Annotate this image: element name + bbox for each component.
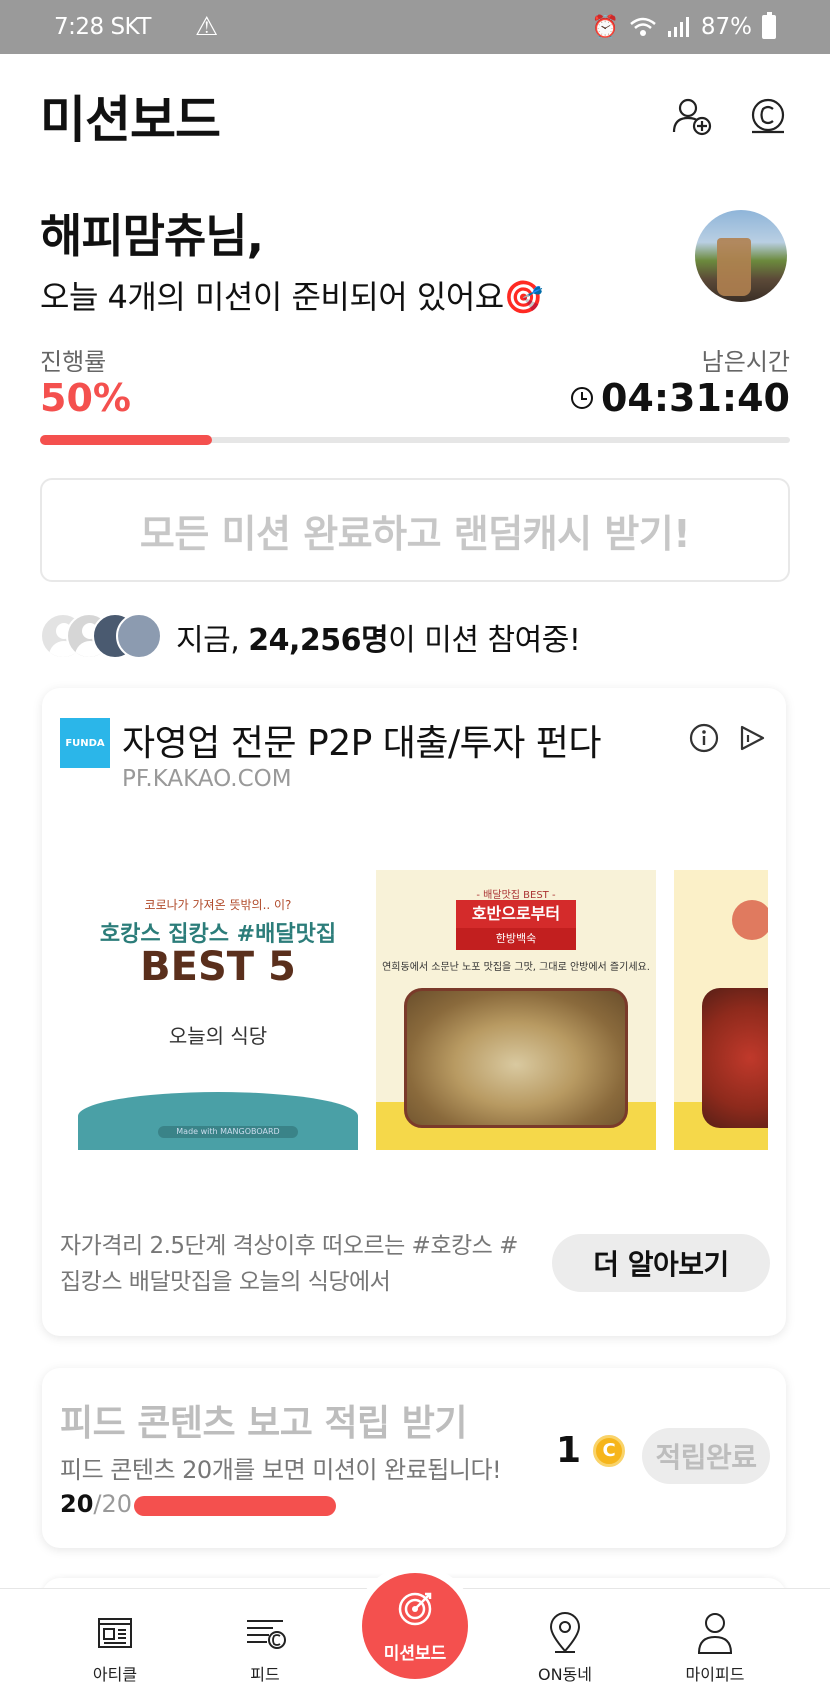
progress-bar (40, 435, 790, 445)
ad-title[interactable]: 자영업 전문 P2P 대출/투자 펀다 (122, 714, 602, 766)
ad-domain: PF.KAKAO.COM (122, 766, 292, 792)
learn-more-button[interactable]: 더 알아보기 (552, 1234, 770, 1292)
participants-row: 지금, 24,256명이 미션 참여중! (40, 612, 790, 662)
warning-icon: ⚠ (194, 12, 219, 42)
tab-label: 미션보드 (383, 1643, 447, 1664)
food-photo (404, 988, 628, 1128)
remaining-time: 04:31:40 (570, 376, 790, 420)
remaining-time-value: 04:31:40 (600, 376, 790, 420)
profile-avatar[interactable] (695, 210, 787, 302)
target-icon (395, 1589, 435, 1633)
ad-image[interactable] (674, 870, 768, 1150)
status-time: 7:28 SKT (54, 14, 151, 40)
user-greeting-name: 해피맘츄님, (40, 209, 264, 263)
mission-description: 피드 콘텐츠 20개를 보면 미션이 완료됩니다! (60, 1456, 502, 1484)
tab-on-neighborhood[interactable]: ON동네 (510, 1609, 620, 1685)
alarm-icon: ⏰ (591, 14, 619, 40)
status-bar: 7:28 SKT ⚠ ⏰ 87% (0, 0, 830, 54)
tab-label: 피드 (250, 1665, 280, 1684)
person-icon (695, 1609, 735, 1657)
greeting: 해피맘츄님, 오늘 4개의 미션이 준비되어 있어요🎯 (40, 200, 660, 318)
participant-count: 24,256명 (248, 623, 389, 658)
tab-label: 마이피드 (685, 1665, 745, 1684)
ad-image-carousel[interactable]: 코로나가 가져온 뜻밖의.. 이? 호캉스 집캉스 #배달맛집 BEST 5 오… (78, 870, 768, 1150)
battery-icon (762, 12, 776, 39)
wifi-icon (630, 17, 656, 36)
tab-label: ON동네 (537, 1665, 592, 1684)
random-cash-button[interactable]: 모든 미션 완료하고 랜덤캐시 받기! (40, 478, 790, 582)
progress-labels: 진행률 남은시간 (40, 342, 790, 377)
ad-image[interactable]: - 배달맛집 BEST - 호반으로부터 한방백숙 연희동에서 소문난 노포 맛… (376, 870, 656, 1150)
coin-icon: C (593, 1434, 626, 1467)
participant-avatars (40, 613, 162, 661)
mission-progress-bar (134, 1496, 336, 1516)
mission-progress-count: 20/20 (60, 1490, 133, 1518)
food-photo (702, 988, 768, 1128)
progress-percent: 50% (40, 376, 131, 420)
greeting-subtitle: 오늘 4개의 미션이 준비되어 있어요🎯 (40, 278, 544, 316)
tab-label: 아티클 (92, 1665, 138, 1684)
clock-icon (570, 387, 593, 409)
add-friend-icon[interactable] (670, 94, 714, 138)
battery-percent: 87% (700, 14, 752, 40)
remaining-time-label: 남은시간 (701, 348, 790, 376)
signal-icon (667, 17, 689, 37)
status-right: ⏰ 87% (591, 12, 776, 40)
tab-mission-board[interactable]: 미션보드 (362, 1573, 468, 1679)
mission-reward: 1 C (556, 1430, 626, 1471)
adchoices-icon[interactable] (736, 722, 768, 754)
info-icon[interactable] (688, 722, 720, 754)
progress-label: 진행률 (40, 348, 107, 376)
participants-text: 지금, 24,256명이 미션 참여중! (176, 623, 581, 658)
funda-logo: FUNDA (60, 718, 110, 768)
reward-amount: 1 (556, 1430, 582, 1471)
tab-feed[interactable]: 피드 (210, 1609, 320, 1685)
cash-coin-icon[interactable] (746, 94, 790, 138)
avatar (116, 613, 162, 659)
page-title: 미션보드 (40, 91, 221, 149)
feed-icon (243, 1609, 287, 1657)
progress-values: 50% 04:31:40 (40, 376, 790, 420)
claim-complete-button[interactable]: 적립완료 (642, 1428, 770, 1484)
tab-article[interactable]: 아티클 (60, 1609, 170, 1685)
ad-icons (688, 722, 768, 754)
app-header: 미션보드 (40, 86, 790, 149)
tab-my-feed[interactable]: 마이피드 (660, 1609, 770, 1685)
location-pin-icon (545, 1609, 585, 1657)
article-icon (95, 1609, 135, 1657)
mascot-illustration (732, 900, 768, 940)
ad-description: 자가격리 2.5단계 격상이후 떠오르는 #호캉스 #집캉스 배달맛집을 오늘의… (60, 1233, 518, 1295)
progress-bar-fill (40, 435, 213, 445)
bottom-tab-bar: 아티클 피드 미션보드 ON동네 마이피드 (0, 1573, 830, 1701)
header-icons (670, 94, 790, 138)
mission-card[interactable]: 피드 콘텐츠 보고 적립 받기 피드 콘텐츠 20개를 보면 미션이 완료됩니다… (42, 1368, 786, 1548)
mission-title: 피드 콘텐츠 보고 적립 받기 (60, 1403, 467, 1444)
ad-image[interactable]: 코로나가 가져온 뜻밖의.. 이? 호캉스 집캉스 #배달맛집 BEST 5 오… (78, 870, 358, 1150)
ad-card[interactable]: FUNDA 자영업 전문 P2P 대출/투자 펀다 PF.KAKAO.COM 코… (42, 688, 786, 1336)
